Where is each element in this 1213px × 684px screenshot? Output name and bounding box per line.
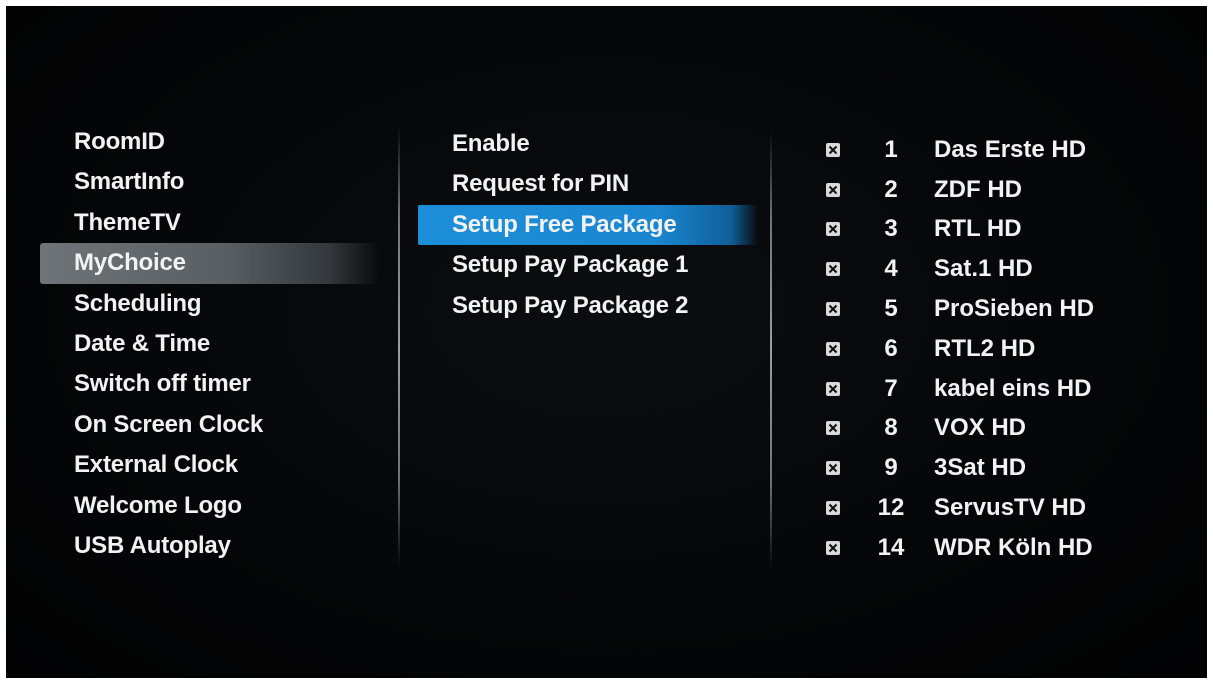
channel-name: Sat.1 HD	[934, 255, 1033, 283]
channel-number: 3	[884, 215, 898, 243]
channel-name: Das Erste HD	[934, 135, 1087, 163]
menu-item-mychoice[interactable]: MyChoice	[40, 243, 380, 284]
channel-row[interactable]: 8 VOX HD	[816, 409, 1206, 449]
channel-row[interactable]: 9 3Sat HD	[816, 448, 1206, 488]
channel-row[interactable]: 7 kabel eins HD	[816, 369, 1206, 409]
channel-number: 8	[884, 414, 898, 442]
channel-name: VOX HD	[934, 414, 1027, 442]
settings-menu: RoomID SmartInfo ThemeTV MyChoice Schedu…	[40, 122, 380, 566]
menu-item-usb-autoplay[interactable]: USB Autoplay	[40, 526, 380, 566]
channel-number: 7	[884, 374, 898, 402]
channel-name: RTL2 HD	[934, 334, 1036, 362]
channel-number: 6	[884, 334, 898, 362]
channel-name: ServusTV HD	[934, 494, 1087, 522]
channel-row[interactable]: 4 Sat.1 HD	[816, 249, 1206, 289]
menu-item-scheduling[interactable]: Scheduling	[40, 284, 380, 324]
checkbox-checked-icon[interactable]	[826, 142, 840, 157]
channel-number: 1	[884, 135, 898, 163]
checkbox-checked-icon[interactable]	[826, 182, 840, 197]
channel-number: 5	[884, 295, 898, 323]
submenu-item-setup-pay-package-1[interactable]: Setup Pay Package 1	[418, 245, 758, 285]
checkbox-checked-icon[interactable]	[826, 222, 840, 237]
menu-item-date-time[interactable]: Date & Time	[40, 324, 380, 364]
submenu-item-request-pin[interactable]: Request for PIN	[418, 164, 758, 204]
menu-item-themetv[interactable]: ThemeTV	[40, 203, 380, 243]
channel-number: 14	[877, 533, 905, 561]
checkbox-checked-icon[interactable]	[826, 381, 840, 396]
menu-item-roomid[interactable]: RoomID	[40, 122, 380, 162]
checkbox-checked-icon[interactable]	[826, 341, 840, 356]
column-divider	[398, 126, 400, 566]
menu-item-smartinfo[interactable]: SmartInfo	[40, 162, 380, 202]
channel-row[interactable]: 6 RTL2 HD	[816, 329, 1206, 369]
column-divider	[770, 130, 772, 570]
submenu-item-setup-pay-package-2[interactable]: Setup Pay Package 2	[418, 286, 758, 326]
tv-settings-screen: RoomID SmartInfo ThemeTV MyChoice Schedu…	[6, 6, 1207, 678]
checkbox-checked-icon[interactable]	[826, 302, 840, 317]
channel-row[interactable]: 2 ZDF HD	[816, 170, 1206, 210]
channel-row[interactable]: 1 Das Erste HD	[816, 130, 1206, 170]
checkbox-checked-icon[interactable]	[826, 421, 840, 436]
channel-row[interactable]: 14 WDR Köln HD	[816, 528, 1206, 568]
channel-list: 1 Das Erste HD 2 ZDF HD 3 RTL HD 4 Sat.1…	[816, 130, 1206, 568]
channel-number: 2	[884, 175, 898, 203]
channel-row[interactable]: 3 RTL HD	[816, 210, 1206, 250]
channel-name: 3Sat HD	[934, 454, 1027, 482]
channel-number: 4	[884, 255, 898, 283]
channel-number: 12	[877, 494, 905, 522]
checkbox-checked-icon[interactable]	[826, 540, 840, 555]
menu-item-external-clock[interactable]: External Clock	[40, 445, 380, 485]
channel-name: RTL HD	[934, 215, 1022, 243]
checkbox-checked-icon[interactable]	[826, 461, 840, 476]
mychoice-submenu: Enable Request for PIN Setup Free Packag…	[418, 124, 758, 326]
menu-item-on-screen-clock[interactable]: On Screen Clock	[40, 405, 380, 445]
channel-number: 9	[884, 454, 898, 482]
channel-name: WDR Köln HD	[934, 533, 1093, 561]
channel-name: ZDF HD	[934, 175, 1022, 203]
channel-name: ProSieben HD	[934, 295, 1095, 323]
submenu-item-enable[interactable]: Enable	[418, 124, 758, 164]
submenu-item-setup-free-package[interactable]: Setup Free Package	[418, 204, 758, 246]
channel-row[interactable]: 12 ServusTV HD	[816, 488, 1206, 528]
channel-name: kabel eins HD	[934, 374, 1092, 402]
checkbox-checked-icon[interactable]	[826, 262, 840, 277]
checkbox-checked-icon[interactable]	[826, 501, 840, 516]
menu-item-welcome-logo[interactable]: Welcome Logo	[40, 486, 380, 526]
channel-row[interactable]: 5 ProSieben HD	[816, 289, 1206, 329]
menu-item-switch-off-timer[interactable]: Switch off timer	[40, 364, 380, 404]
